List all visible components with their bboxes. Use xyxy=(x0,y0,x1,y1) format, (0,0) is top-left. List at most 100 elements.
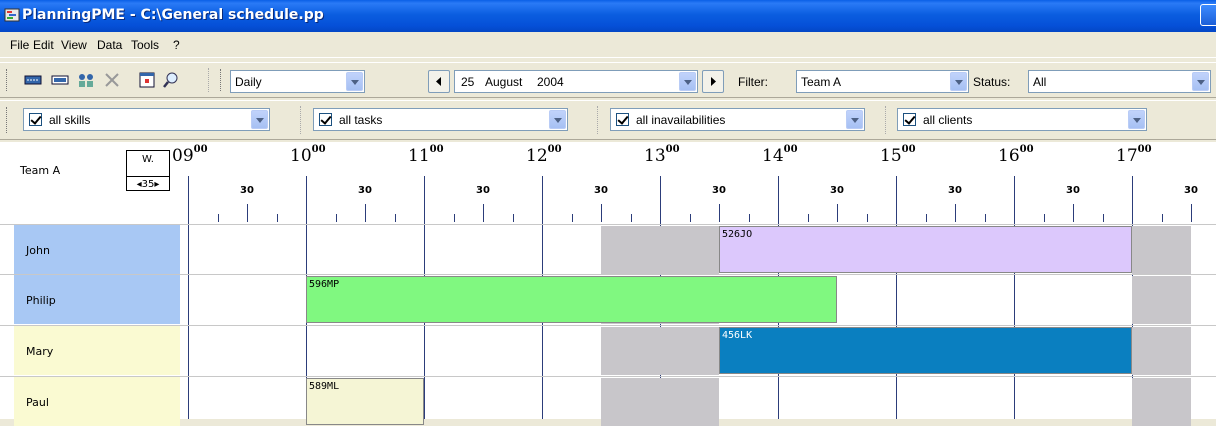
unavailable-block xyxy=(601,226,719,274)
view-mode-value: Daily xyxy=(235,75,262,89)
hour-minutes: 00 xyxy=(547,144,562,155)
chevron-down-icon[interactable] xyxy=(251,110,268,129)
status-select[interactable]: All xyxy=(1028,70,1211,93)
toolbar-grip[interactable] xyxy=(220,69,223,91)
schedule-header-left: Team A W. ◂35▸ xyxy=(0,142,187,224)
resource-name-cell[interactable]: John xyxy=(14,225,180,274)
half-hour-label: 30 xyxy=(358,185,372,196)
window-title: PlanningPME - C:\General schedule.pp xyxy=(22,7,324,23)
team-label: Team A xyxy=(20,164,61,177)
half-hour-tick xyxy=(1073,204,1074,222)
half-hour-tick xyxy=(837,204,838,222)
toolbar-grip[interactable] xyxy=(6,107,9,133)
task-bar[interactable]: 596MP xyxy=(306,276,837,323)
half-hour-label: 30 xyxy=(1184,185,1198,196)
unavailable-block xyxy=(1132,226,1191,274)
quarter-hour-tick xyxy=(984,214,986,222)
date-picker[interactable]: 25 August 2004 xyxy=(454,70,698,93)
chevron-down-icon[interactable] xyxy=(679,72,696,91)
chevron-down-icon[interactable] xyxy=(950,72,967,91)
half-hour-tick xyxy=(955,204,956,222)
quarter-hour-tick xyxy=(217,214,219,222)
bar-view-icon[interactable] xyxy=(23,70,43,90)
chevron-down-icon[interactable] xyxy=(1128,110,1145,129)
toolbar-separator xyxy=(300,106,302,134)
half-hour-tick xyxy=(247,204,248,222)
inavailabilities-filter[interactable]: all inavailabilities xyxy=(610,108,865,131)
half-hour-label: 30 xyxy=(240,185,254,196)
menu-help[interactable]: ? xyxy=(173,38,180,52)
view-mode-select[interactable]: Daily xyxy=(230,70,365,93)
task-bar[interactable]: 456LK xyxy=(719,327,1132,374)
half-hour-label: 30 xyxy=(1066,185,1080,196)
half-hour-label: 30 xyxy=(830,185,844,196)
quarter-hour-tick xyxy=(1161,214,1163,222)
chevron-down-icon[interactable] xyxy=(1192,72,1209,91)
resource-name: Philip xyxy=(26,294,56,307)
week-selector[interactable]: W. ◂35▸ xyxy=(126,150,170,191)
resource-name: Paul xyxy=(26,396,49,409)
hour-minutes: 00 xyxy=(783,144,798,155)
filter-label: Filter: xyxy=(738,75,768,89)
resource-row: Philip 596MP xyxy=(0,274,1216,324)
task-code: 589ML xyxy=(309,381,340,392)
menu-data[interactable]: Data xyxy=(97,38,122,52)
task-code: 596MP xyxy=(309,279,340,290)
menu-view[interactable]: View xyxy=(61,38,87,52)
clients-filter[interactable]: all clients xyxy=(897,108,1147,131)
tasks-checkbox[interactable] xyxy=(319,113,332,126)
menu-file[interactable]: File xyxy=(10,38,29,52)
delete-icon[interactable] xyxy=(102,70,122,90)
resource-name-cell[interactable]: Mary xyxy=(14,326,180,375)
task-bar-icon[interactable] xyxy=(50,70,70,90)
toolbar-grip[interactable] xyxy=(6,69,9,91)
window-icon[interactable] xyxy=(137,70,157,90)
search-icon[interactable] xyxy=(161,70,181,90)
chevron-down-icon[interactable] xyxy=(549,110,566,129)
half-hour-label: 30 xyxy=(948,185,962,196)
status-label: Status: xyxy=(973,75,1011,89)
hour-minutes: 00 xyxy=(665,144,680,155)
half-hour-label: 30 xyxy=(476,185,490,196)
app-icon xyxy=(4,8,20,22)
filter-select[interactable]: Team A xyxy=(796,70,969,93)
clients-filter-value: all clients xyxy=(923,113,973,127)
resources-icon[interactable] xyxy=(76,70,96,90)
skills-filter-value: all skills xyxy=(49,113,91,127)
next-day-button[interactable] xyxy=(702,70,724,93)
quarter-hour-tick xyxy=(512,214,514,222)
toolbar-separator xyxy=(885,106,887,134)
menu-bar: File Edit View Data Tools ? xyxy=(0,33,1216,58)
tasks-filter[interactable]: all tasks xyxy=(313,108,568,131)
half-hour-label: 30 xyxy=(712,185,726,196)
skills-filter[interactable]: all skills xyxy=(23,108,270,131)
task-bar[interactable]: 589ML xyxy=(306,378,424,425)
toolbar-separator xyxy=(208,68,210,92)
quarter-hour-tick xyxy=(571,214,573,222)
inavailabilities-checkbox[interactable] xyxy=(616,113,629,126)
hour-label: 1500 xyxy=(880,144,916,166)
skills-checkbox[interactable] xyxy=(29,113,42,126)
task-bar[interactable]: 526JO xyxy=(719,226,1132,273)
chevron-down-icon[interactable] xyxy=(846,110,863,129)
half-hour-tick xyxy=(365,204,366,222)
resource-name-cell[interactable]: Philip xyxy=(14,275,180,324)
menu-edit[interactable]: Edit xyxy=(33,38,54,52)
hour-label: 0900 xyxy=(172,144,208,166)
menu-tools[interactable]: Tools xyxy=(131,38,159,52)
previous-day-button[interactable] xyxy=(428,70,450,93)
window-control-button[interactable] xyxy=(1200,4,1216,26)
week-number: ◂35▸ xyxy=(127,176,169,190)
chevron-down-icon[interactable] xyxy=(346,72,363,91)
half-hour-tick xyxy=(1191,204,1192,222)
schedule-grid: Team A W. ◂35▸ 0900 1000 1100 1200 1300 1400 1… xyxy=(0,142,1216,426)
quarter-hour-tick xyxy=(276,214,278,222)
quarter-hour-tick xyxy=(1102,214,1104,222)
date-month: August xyxy=(485,75,523,89)
hour-label: 1600 xyxy=(998,144,1034,166)
clients-checkbox[interactable] xyxy=(903,113,916,126)
hour-label: 1000 xyxy=(290,144,326,166)
quarter-hour-tick xyxy=(453,214,455,222)
resource-row: Mary 456LK xyxy=(0,325,1216,375)
quarter-hour-tick xyxy=(925,214,927,222)
